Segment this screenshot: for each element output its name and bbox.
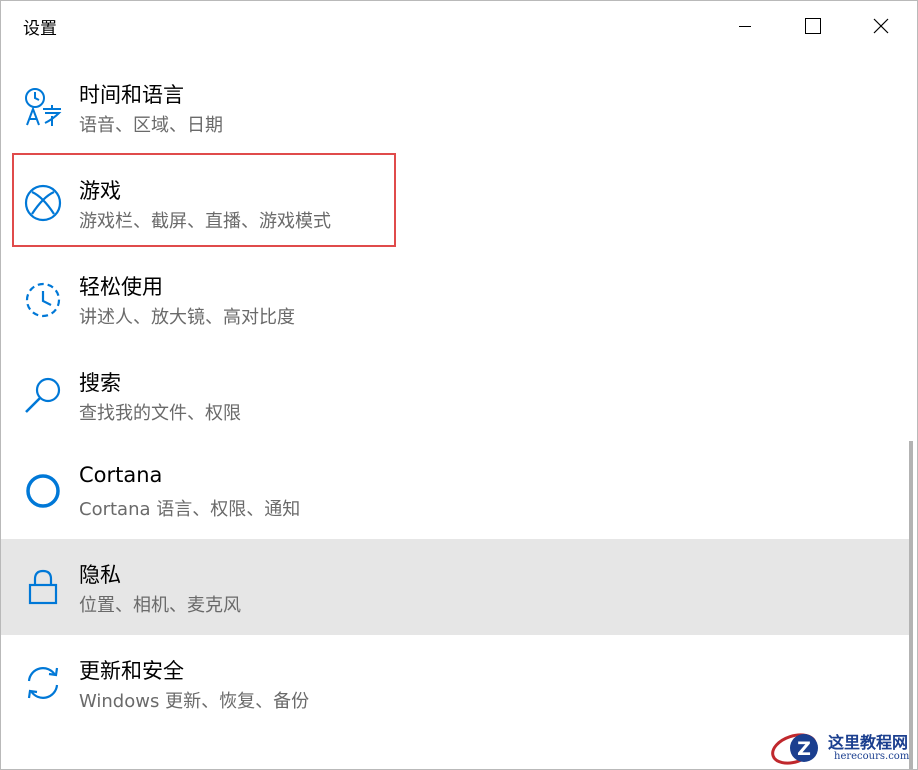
item-desc: Windows 更新、恢复、备份	[79, 691, 310, 712]
item-desc: 位置、相机、麦克风	[79, 595, 241, 616]
item-title: 游戏	[79, 179, 121, 203]
window-title: 设置	[23, 19, 57, 39]
minimize-button[interactable]	[711, 1, 779, 51]
search-icon	[23, 375, 63, 415]
lock-icon	[23, 567, 63, 607]
item-title: 时间和语言	[79, 83, 184, 107]
close-icon	[873, 18, 889, 34]
update-icon	[23, 663, 63, 703]
settings-item-cortana[interactable]: Cortana Cortana 语言、权限、通知	[1, 443, 909, 539]
settings-item-time-language[interactable]: 时间和语言 语音、区域、日期	[1, 59, 909, 155]
scrollbar-thumb[interactable]	[909, 441, 913, 769]
settings-item-search[interactable]: 搜索 查找我的文件、权限	[1, 347, 909, 443]
item-title: 搜索	[79, 371, 121, 395]
title-bar[interactable]: 设置	[1, 1, 917, 51]
settings-item-ease-of-access[interactable]: 轻松使用 讲述人、放大镜、高对比度	[1, 251, 909, 347]
settings-item-update-security[interactable]: 更新和安全 Windows 更新、恢复、备份	[1, 635, 909, 731]
minimize-icon	[739, 26, 751, 27]
xbox-icon	[23, 183, 63, 223]
maximize-icon	[805, 18, 821, 34]
item-title: 更新和安全	[79, 659, 184, 683]
item-desc: 语音、区域、日期	[79, 115, 223, 136]
item-title: 隐私	[79, 563, 121, 587]
item-desc: 查找我的文件、权限	[79, 403, 241, 424]
watermark-logo: Z 这里教程网 herecours.com	[770, 727, 918, 770]
watermark-text: 这里教程网	[828, 733, 909, 752]
watermark-z-icon: Z	[771, 733, 818, 765]
item-desc: 游戏栏、截屏、直播、游戏模式	[79, 211, 331, 232]
watermark-sub: herecours.com	[834, 751, 910, 762]
item-desc: Cortana 语言、权限、通知	[79, 499, 301, 520]
settings-item-gaming[interactable]: 游戏 游戏栏、截屏、直播、游戏模式	[1, 155, 909, 251]
settings-window: 设置 时间和语言 语音、区域、日期 游戏 游戏栏、截屏、直播、游戏模式 轻松使用…	[0, 0, 918, 770]
cortana-icon	[23, 471, 63, 511]
item-title: Cortana	[79, 463, 163, 487]
item-title: 轻松使用	[79, 275, 163, 299]
item-desc: 讲述人、放大镜、高对比度	[79, 307, 295, 328]
settings-item-privacy[interactable]: 隐私 位置、相机、麦克风	[1, 539, 909, 635]
close-button[interactable]	[847, 1, 915, 51]
ease-of-access-icon	[23, 279, 63, 319]
svg-text:Z: Z	[797, 738, 811, 760]
time-language-icon	[23, 87, 63, 127]
maximize-button[interactable]	[779, 1, 847, 51]
